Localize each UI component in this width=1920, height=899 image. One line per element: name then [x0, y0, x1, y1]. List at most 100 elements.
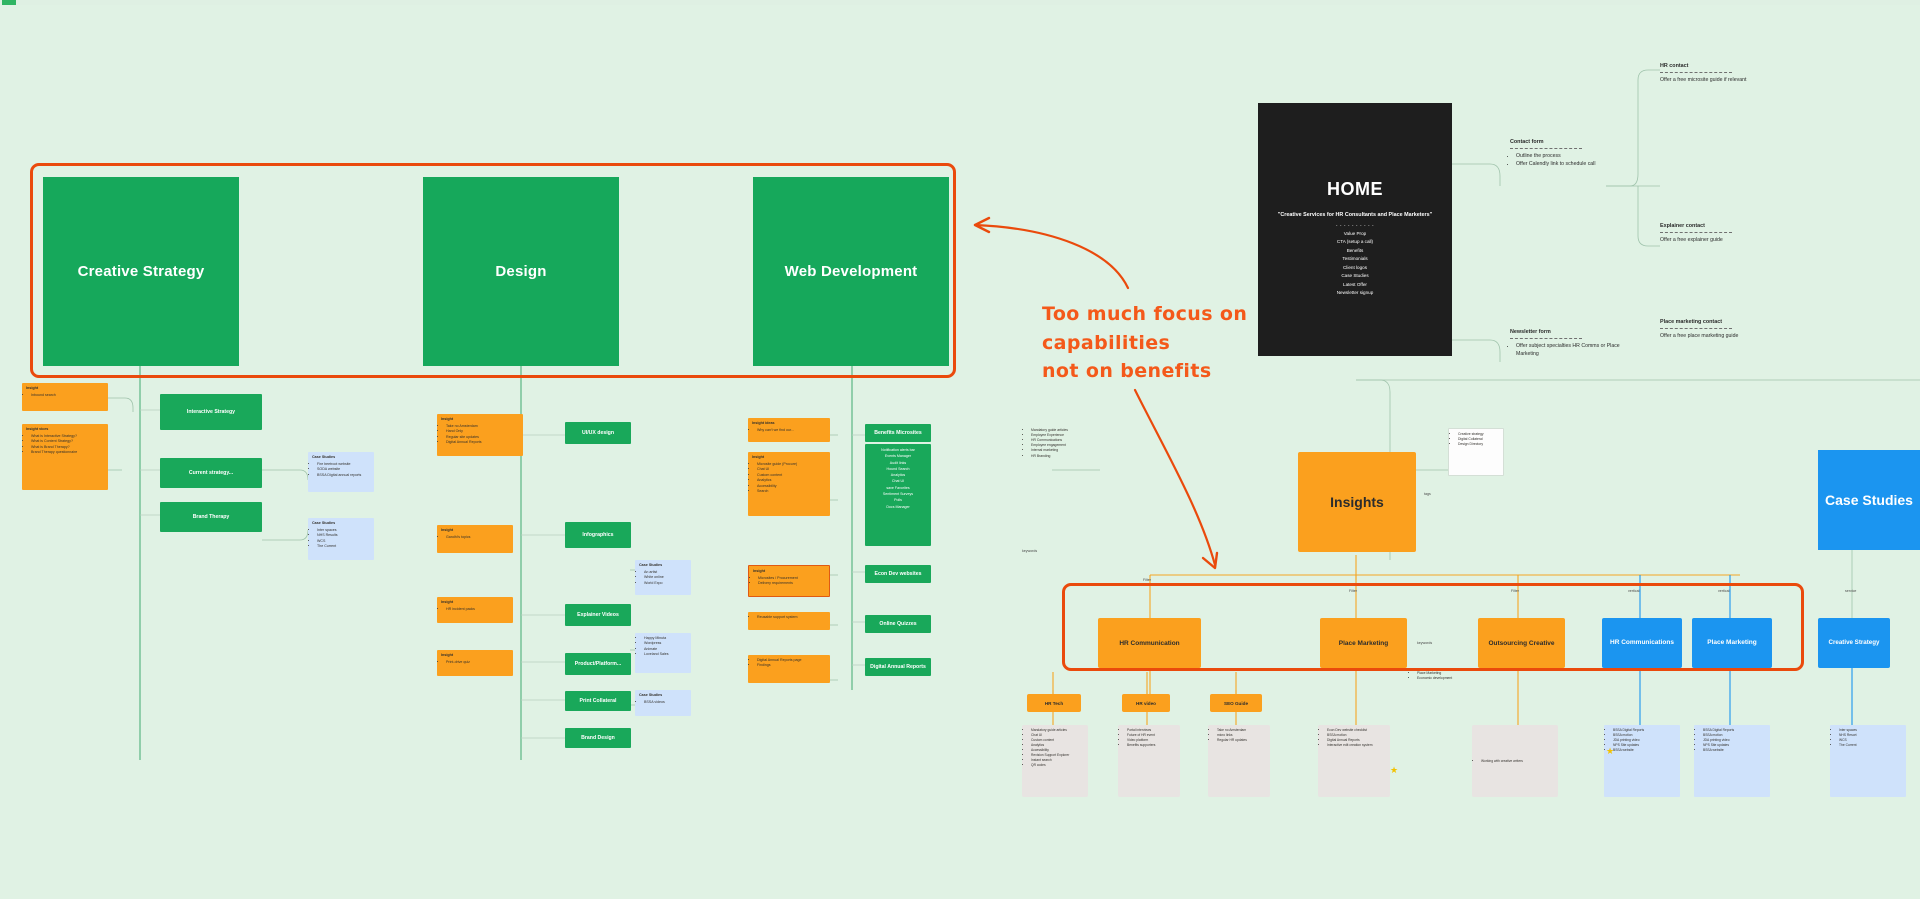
place-marketing-contact-block[interactable]: Place marketing contact Offer a free pla…: [1660, 318, 1820, 340]
insight-card[interactable]: Insight Print-drive quiz: [437, 650, 513, 676]
audience-outsourcing-creative[interactable]: Outsourcing Creative: [1478, 618, 1565, 668]
card-title: Insight: [753, 569, 766, 573]
card-title: Insight: [752, 455, 765, 459]
edge-label-keywords-mid: keywords: [1417, 641, 1433, 645]
newsletter-form-block[interactable]: Newsletter form Offer subject specialtie…: [1510, 328, 1620, 358]
top-chrome-bar: [0, 0, 1920, 5]
card-title: Insight: [441, 600, 454, 604]
audience-place-marketing-blue[interactable]: Place Marketing: [1692, 618, 1772, 668]
explainer-contact-block[interactable]: Explainer contact Offer a free explainer…: [1660, 222, 1820, 244]
node-label: Insights: [1330, 494, 1384, 510]
card-item: The Current: [317, 544, 370, 549]
bottom-card[interactable]: Inter spaces NHS Resort WCS The Current: [1830, 725, 1906, 797]
case-studies-card[interactable]: Happy Minuta Wordpress Animate Loveland …: [635, 633, 691, 673]
node-digital-annual-reports[interactable]: Digital Annual Reports: [865, 658, 931, 676]
card-item: Working with creative writers: [1481, 759, 1523, 764]
card-title: Insight: [441, 417, 454, 421]
bottom-card[interactable]: Take no Amsterdam micro links Regular HR…: [1208, 725, 1270, 797]
home-item: Testimonials: [1342, 256, 1368, 262]
bottom-card[interactable]: BSSA Digital Reports BSSA motion JDA pri…: [1694, 725, 1770, 797]
contact-form-block[interactable]: Contact form Outline the process Offer C…: [1510, 138, 1630, 168]
node-infographics[interactable]: Infographics: [565, 522, 631, 548]
node-online-quizzes[interactable]: Online Quizzes: [865, 615, 931, 633]
case-studies-card[interactable]: Case Studies Inter spaces NHS Results WC…: [308, 518, 374, 560]
case-studies-card[interactable]: Case Studies BSSA videos: [635, 690, 691, 716]
insights-input-card[interactable]: Mandatory guide articles Employee Experi…: [1022, 425, 1092, 475]
insight-card[interactable]: Insight Take no Amsterdam Hand Only Regu…: [437, 414, 523, 456]
card-title: Insight: [441, 653, 454, 657]
node-uiux-design[interactable]: UI/UX design: [565, 422, 631, 444]
node-econ-dev-websites[interactable]: Econ Dev websites: [865, 565, 931, 583]
insight-card[interactable]: Insight Gandhi's topics: [437, 525, 513, 553]
node-label: Place Marketing: [1338, 639, 1389, 647]
node-current-strategy[interactable]: Current strategy...: [160, 458, 262, 488]
card-item: Interactive edit creation system: [1327, 743, 1386, 748]
audience-place-marketing[interactable]: Place Marketing: [1320, 618, 1407, 668]
tag-hr-tech[interactable]: HR Tech: [1027, 694, 1081, 712]
bottom-card[interactable]: BSSA Digital Reports BSSA motion JDA pri…: [1604, 725, 1680, 797]
insight-card[interactable]: Digital Annual Reports page Findings: [748, 655, 830, 683]
audience-subnote: Place Marketing Economic development: [1408, 668, 1488, 684]
audience-creative-strategy-blue[interactable]: Creative Strategy: [1818, 618, 1890, 668]
insight-card[interactable]: Insight Microsite guide (Procure) Chat U…: [748, 452, 830, 516]
edge-label-filter: Filter: [1143, 578, 1151, 582]
hr-contact-block[interactable]: HR contact Offer a free microsite guide …: [1660, 62, 1820, 84]
block-title: Explainer contact: [1660, 223, 1705, 229]
audience-hr-communication[interactable]: HR Communication: [1098, 618, 1201, 668]
card-item: Gandhi's topics: [446, 535, 509, 540]
bottom-card[interactable]: Econ Dev website checklist BSSA motion D…: [1318, 725, 1390, 797]
block-item: Offer subject specialties HR Comms or Pl…: [1516, 342, 1620, 359]
pillar-design[interactable]: Design: [423, 177, 619, 366]
pillar-label: Creative Strategy: [77, 263, 205, 280]
audience-hr-communications-blue[interactable]: HR Communications: [1602, 618, 1682, 668]
edge-label-keywords: keywords: [1022, 549, 1038, 553]
node-print-collateral[interactable]: Print Collateral: [565, 691, 631, 711]
node-interactive-strategy[interactable]: Interactive Strategy: [160, 394, 262, 430]
node-brand-therapy[interactable]: Brand Therapy: [160, 502, 262, 532]
insights-tags-card[interactable]: Creative strategy Digital Collateral Des…: [1448, 428, 1504, 476]
pillar-creative-strategy[interactable]: Creative Strategy: [43, 177, 239, 366]
card-item: Loveland Sales: [644, 652, 687, 657]
insight-card[interactable]: Insight ideas Why can't we find our...: [748, 418, 830, 442]
case-studies-card[interactable]: Case Studies Fire beetroot website SODA …: [308, 452, 374, 492]
insight-card[interactable]: Insight vices What is Interactive Strate…: [22, 424, 108, 490]
edge-label-service: service: [1845, 589, 1857, 593]
whiteboard-canvas[interactable]: Creative Strategy Design Web Development…: [0, 0, 1920, 899]
node-label: Outsourcing Creative: [1488, 639, 1555, 647]
card-title: Insight: [26, 386, 39, 390]
node-benefits-microsites[interactable]: Benefits Microsites: [865, 424, 931, 442]
case-studies-card[interactable]: Case Studies An artist White online Worl…: [635, 560, 691, 595]
card-item: BSSA videos: [644, 700, 687, 705]
node-label: Brand Therapy: [192, 514, 230, 520]
node-label: Brand Design: [581, 735, 615, 741]
card-title: Case Studies: [639, 563, 663, 567]
tag-hr-video[interactable]: HR video: [1122, 694, 1170, 712]
bottom-card[interactable]: Mandatory guide articles Chat UI Custom …: [1022, 725, 1088, 797]
insight-card[interactable]: Insight HR incident packs: [437, 597, 513, 623]
case-studies-hub-node[interactable]: Case Studies: [1818, 450, 1920, 550]
block-item: Outline the process: [1516, 152, 1630, 160]
node-label: Infographics: [582, 532, 614, 538]
node-explainer-videos[interactable]: Explainer Videos: [565, 604, 631, 626]
insight-card[interactable]: Reusable support system: [748, 612, 830, 630]
home-page-node[interactable]: HOME "Creative Services for HR Consultan…: [1258, 103, 1452, 356]
card-item: Benefits supporters: [1127, 743, 1176, 748]
home-item: Benefits: [1346, 247, 1364, 253]
bottom-card[interactable]: Portal interviews Future of HR event Vid…: [1118, 725, 1180, 797]
node-product-platform[interactable]: Product/Platform...: [565, 653, 631, 675]
card-item: Economic development: [1417, 676, 1484, 681]
bottom-card[interactable]: Working with creative writers: [1472, 725, 1558, 797]
insight-card[interactable]: Insight Inbound search: [22, 383, 108, 411]
pillar-web-development[interactable]: Web Development: [753, 177, 949, 366]
dashed-divider: [1510, 338, 1582, 340]
node-label: Digital Annual Reports: [870, 664, 926, 670]
star-icon: ★: [1606, 746, 1615, 756]
insights-hub-node[interactable]: Insights: [1298, 452, 1416, 552]
insight-card-highlighted[interactable]: Insight Microsites / Procurement Deliver…: [748, 565, 830, 597]
home-item: Client logos: [1342, 264, 1367, 270]
tag-seo-guide[interactable]: SEO Guide: [1210, 694, 1262, 712]
home-item: Case Studies: [1341, 273, 1369, 279]
card-title: Insight ideas: [752, 421, 775, 425]
node-brand-design[interactable]: Brand Design: [565, 728, 631, 748]
microsite-features-card[interactable]: Notification alerts bar Events Manager A…: [865, 444, 931, 546]
